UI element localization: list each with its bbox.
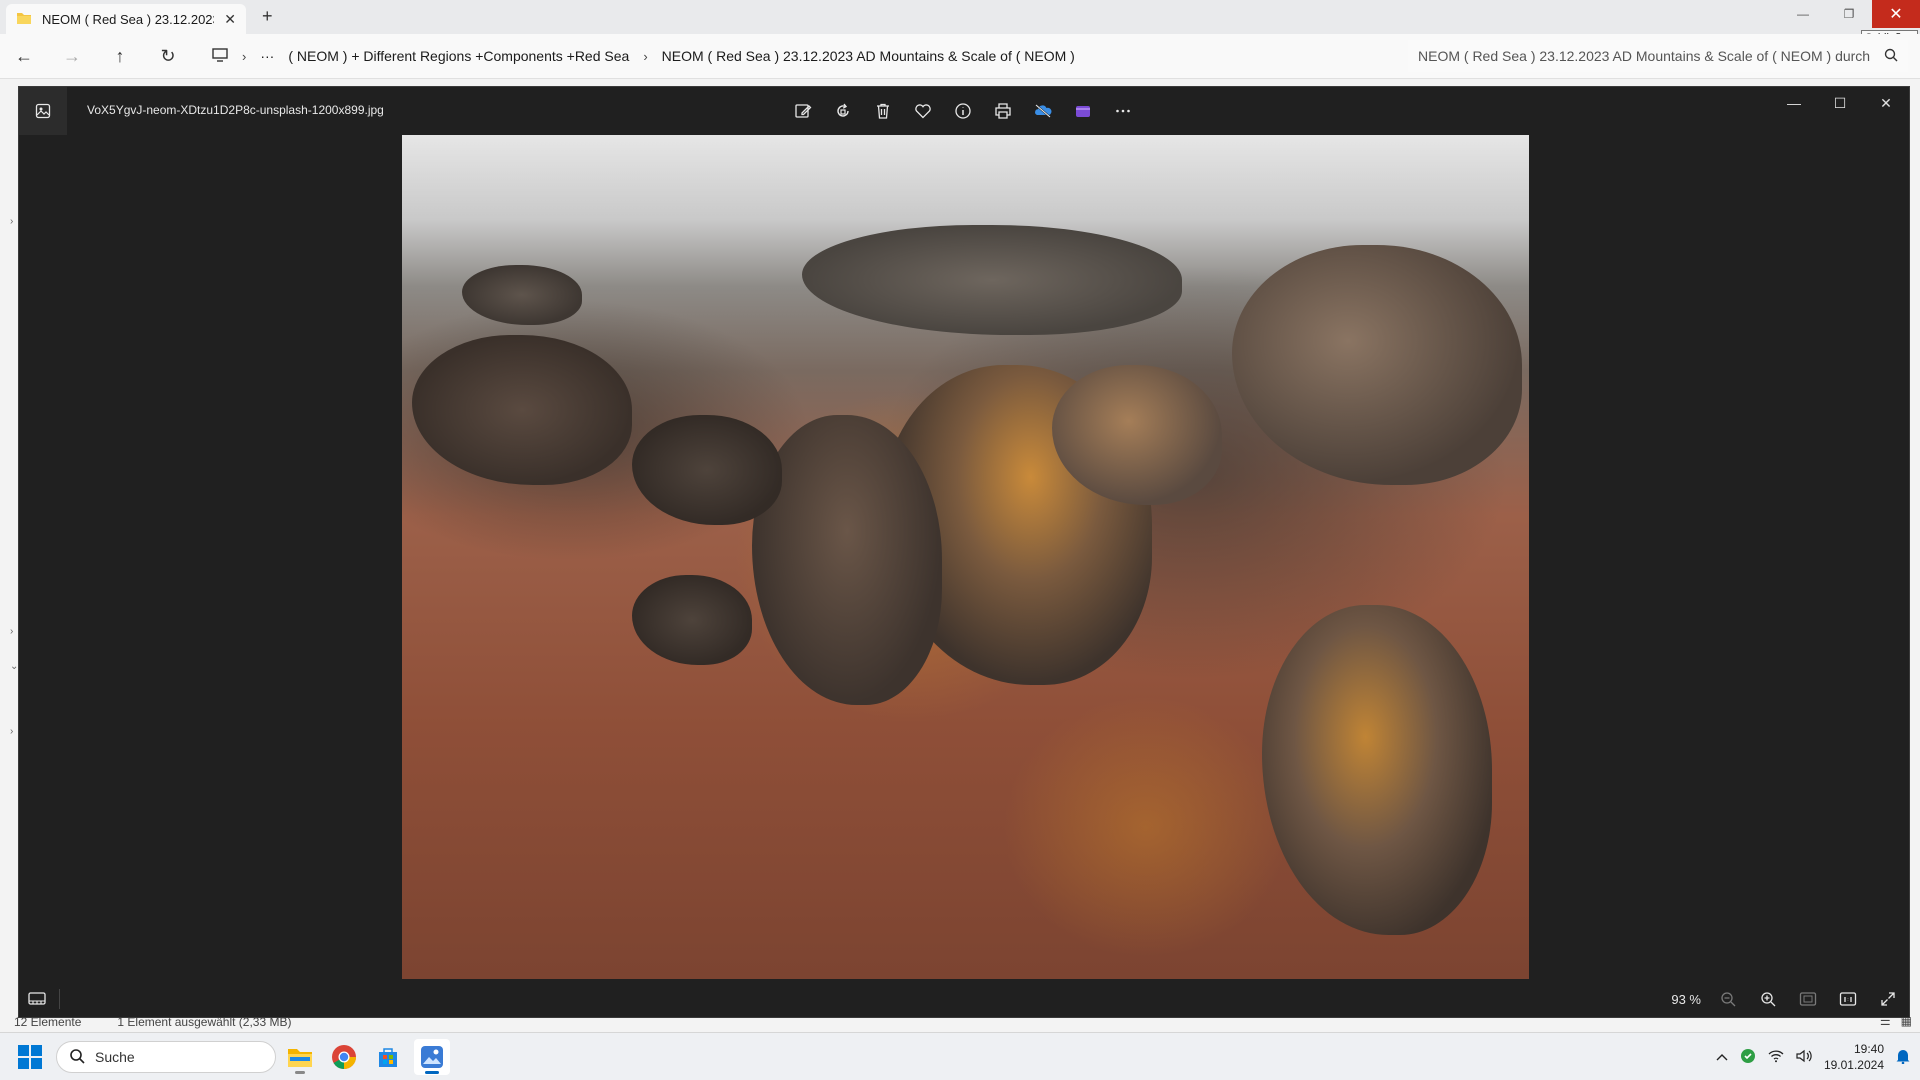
tab-close-icon[interactable]: ✕: [224, 11, 236, 28]
photos-taskbar-icon[interactable]: [414, 1039, 450, 1075]
rock-formation: [462, 265, 582, 325]
security-icon[interactable]: [1740, 1048, 1756, 1067]
running-indicator: [295, 1071, 305, 1074]
print-icon[interactable]: [989, 97, 1017, 125]
breadcrumb-item[interactable]: ( NEOM ) + Different Regions +Components…: [288, 48, 629, 64]
windows-start-icon[interactable]: [16, 1043, 44, 1071]
explorer-window-controls: — ❐ ✕: [1780, 0, 1920, 34]
photo-filename: VoX5YgvJ-neom-XDtzu1D2P8c-unsplash-1200x…: [87, 103, 384, 117]
explorer-navbar: ← → ↑ ↻ › ··· ( NEOM ) + Different Regio…: [0, 34, 1920, 78]
onedrive-icon[interactable]: [1029, 97, 1057, 125]
store-taskbar-icon[interactable]: [370, 1039, 406, 1075]
running-indicator: [425, 1071, 439, 1074]
clipchamp-icon[interactable]: [1069, 97, 1097, 125]
favorite-icon[interactable]: [909, 97, 937, 125]
notification-bell-icon[interactable]: [1896, 1048, 1910, 1067]
taskbar-search-input[interactable]: Suche: [56, 1041, 276, 1073]
zoom-controls: 93 %: [1671, 985, 1901, 1013]
computer-icon: [212, 47, 228, 65]
breadcrumb-more[interactable]: ···: [260, 48, 274, 64]
volume-icon[interactable]: [1796, 1049, 1812, 1066]
refresh-button[interactable]: ↻: [144, 46, 192, 67]
clock-date: 19.01.2024: [1823, 1058, 1884, 1072]
divider: [0, 78, 1920, 79]
chevron-up-icon[interactable]: [1716, 1050, 1728, 1064]
rock-formation: [632, 415, 782, 525]
rock-formation: [632, 575, 752, 665]
chrome-taskbar-icon[interactable]: [326, 1039, 362, 1075]
clock-time: 19:40: [1853, 1042, 1884, 1056]
edit-icon[interactable]: [789, 97, 817, 125]
zoom-level[interactable]: 93 %: [1671, 992, 1701, 1007]
search-icon: [69, 1048, 85, 1067]
taskbar: Suche 19:40 19.01.2024: [0, 1032, 1920, 1080]
explorer-tab[interactable]: NEOM ( Red Sea ) 23.12.2023 ✕: [6, 4, 246, 34]
photos-window: VoX5YgvJ-neom-XDtzu1D2P8c-unsplash-1200x…: [18, 86, 1910, 1018]
maximize-button[interactable]: ☐: [1817, 87, 1863, 119]
fullscreen-icon[interactable]: [1875, 986, 1901, 1012]
breadcrumb-item[interactable]: NEOM ( Red Sea ) 23.12.2023 AD Mountains…: [662, 48, 1075, 64]
zoom-out-icon[interactable]: [1715, 986, 1741, 1012]
photos-titlebar: VoX5YgvJ-neom-XDtzu1D2P8c-unsplash-1200x…: [19, 87, 1909, 135]
address-bar[interactable]: › ··· ( NEOM ) + Different Regions +Comp…: [202, 40, 1398, 72]
photos-app-icon: [19, 87, 67, 135]
actual-size-icon[interactable]: [1835, 986, 1861, 1012]
info-icon[interactable]: [949, 97, 977, 125]
photos-bottombar: 93 %: [19, 979, 1909, 1019]
explorer-nav-pane-edge: › › ⌄ ›: [0, 86, 18, 1016]
rotate-icon[interactable]: [829, 97, 857, 125]
more-icon[interactable]: [1109, 97, 1137, 125]
close-button[interactable]: ✕: [1872, 0, 1920, 28]
chevron-right-icon: ›: [643, 48, 648, 64]
folder-icon: [16, 11, 32, 28]
chevron-right-icon[interactable]: ›: [10, 726, 13, 737]
minimize-button[interactable]: —: [1780, 0, 1826, 28]
up-button[interactable]: ↑: [96, 46, 144, 67]
search-icon: [1884, 48, 1898, 65]
clock[interactable]: 19:40 19.01.2024: [1824, 1041, 1884, 1073]
rock-formation: [1232, 245, 1522, 485]
system-tray: 19:40 19.01.2024: [1716, 1033, 1910, 1080]
search-text: NEOM ( Red Sea ) 23.12.2023 AD Mountains…: [1418, 48, 1871, 64]
photos-toolbar: [789, 97, 1137, 125]
file-explorer-taskbar-icon[interactable]: [282, 1039, 318, 1075]
rock-formation: [1262, 605, 1492, 935]
fit-to-window-icon[interactable]: [1795, 986, 1821, 1012]
chevron-right-icon[interactable]: ›: [10, 216, 13, 227]
new-tab-button[interactable]: +: [262, 6, 273, 27]
forward-button[interactable]: →: [48, 46, 96, 67]
wifi-icon[interactable]: [1768, 1049, 1784, 1066]
search-placeholder: Suche: [95, 1049, 135, 1065]
photos-window-controls: — ☐ ✕: [1771, 87, 1909, 119]
back-button[interactable]: ←: [0, 46, 48, 67]
close-button[interactable]: ✕: [1863, 87, 1909, 119]
rock-formation: [802, 225, 1182, 335]
divider: [59, 989, 60, 1009]
photo-canvas[interactable]: [402, 135, 1529, 979]
filmstrip-icon[interactable]: [27, 989, 47, 1009]
zoom-in-icon[interactable]: [1755, 986, 1781, 1012]
minimize-button[interactable]: —: [1771, 87, 1817, 119]
restore-button[interactable]: ❐: [1826, 0, 1872, 28]
tab-title: NEOM ( Red Sea ) 23.12.2023: [42, 11, 215, 27]
explorer-titlebar: NEOM ( Red Sea ) 23.12.2023 ✕ + — ❐ ✕ Sc…: [0, 0, 1920, 46]
explorer-search-input[interactable]: NEOM ( Red Sea ) 23.12.2023 AD Mountains…: [1408, 40, 1908, 72]
chevron-right-icon[interactable]: ›: [10, 626, 13, 637]
rock-formation: [412, 335, 632, 485]
delete-icon[interactable]: [869, 97, 897, 125]
chevron-right-icon: ›: [242, 48, 247, 64]
